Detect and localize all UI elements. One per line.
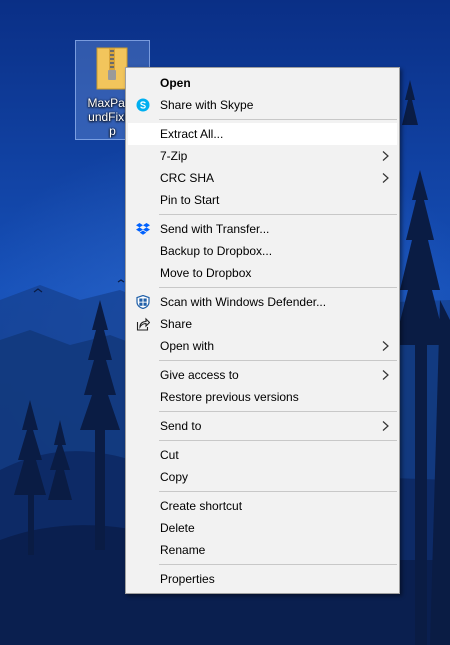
context-menu: Open Share with Skype Extract All... 7-Z… xyxy=(125,67,400,594)
menu-item-label: Send to xyxy=(160,419,202,433)
menu-item-extract-all[interactable]: Extract All... xyxy=(128,123,397,145)
menu-item-label: CRC SHA xyxy=(160,171,215,185)
menu-item-label: Give access to xyxy=(160,368,239,382)
menu-item-7-zip[interactable]: 7-Zip xyxy=(128,145,397,167)
zip-folder-icon xyxy=(96,47,128,90)
chevron-right-icon xyxy=(382,173,389,183)
menu-separator xyxy=(159,119,397,120)
menu-item-label: Restore previous versions xyxy=(160,390,299,404)
menu-separator xyxy=(159,287,397,288)
menu-item-label: Open xyxy=(160,76,191,90)
menu-item-properties[interactable]: Properties xyxy=(128,568,397,590)
menu-item-rename[interactable]: Rename xyxy=(128,539,397,561)
menu-item-send-with-transfer[interactable]: Send with Transfer... xyxy=(128,218,397,240)
menu-item-copy[interactable]: Copy xyxy=(128,466,397,488)
dropbox-icon xyxy=(136,223,150,235)
menu-item-open-with[interactable]: Open with xyxy=(128,335,397,357)
menu-separator xyxy=(159,360,397,361)
menu-item-send-to[interactable]: Send to xyxy=(128,415,397,437)
menu-item-label: Share with Skype xyxy=(160,98,254,112)
menu-separator xyxy=(159,440,397,441)
menu-separator xyxy=(159,564,397,565)
menu-item-label: Cut xyxy=(160,448,179,462)
menu-item-label: Pin to Start xyxy=(160,193,220,207)
menu-item-label: Move to Dropbox xyxy=(160,266,252,280)
menu-item-give-access-to[interactable]: Give access to xyxy=(128,364,397,386)
menu-item-share[interactable]: Share xyxy=(128,313,397,335)
menu-item-label: Open with xyxy=(160,339,215,353)
chevron-right-icon xyxy=(382,151,389,161)
menu-item-label: Rename xyxy=(160,543,206,557)
menu-item-label: Share xyxy=(160,317,193,331)
menu-item-pin-to-start[interactable]: Pin to Start xyxy=(128,189,397,211)
menu-item-move-to-dropbox[interactable]: Move to Dropbox xyxy=(128,262,397,284)
windows-defender-icon xyxy=(136,295,150,309)
menu-item-label: Extract All... xyxy=(160,127,224,141)
menu-item-label: Backup to Dropbox... xyxy=(160,244,273,258)
menu-item-label: Copy xyxy=(160,470,189,484)
menu-item-crc-sha[interactable]: CRC SHA xyxy=(128,167,397,189)
skype-icon xyxy=(136,98,150,112)
menu-separator xyxy=(159,214,397,215)
menu-item-scan-with-windows-defender[interactable]: Scan with Windows Defender... xyxy=(128,291,397,313)
menu-item-open[interactable]: Open xyxy=(128,72,397,94)
menu-item-cut[interactable]: Cut xyxy=(128,444,397,466)
menu-separator xyxy=(159,491,397,492)
menu-item-create-shortcut[interactable]: Create shortcut xyxy=(128,495,397,517)
menu-item-label: Delete xyxy=(160,521,195,535)
menu-separator xyxy=(159,411,397,412)
menu-item-share-with-skype[interactable]: Share with Skype xyxy=(128,94,397,116)
menu-item-label: 7-Zip xyxy=(160,149,188,163)
menu-item-label: Create shortcut xyxy=(160,499,243,513)
chevron-right-icon xyxy=(382,421,389,431)
menu-item-label: Scan with Windows Defender... xyxy=(160,295,327,309)
menu-item-label: Properties xyxy=(160,572,215,586)
chevron-right-icon xyxy=(382,370,389,380)
chevron-right-icon xyxy=(382,341,389,351)
share-icon xyxy=(136,317,150,331)
menu-item-label: Send with Transfer... xyxy=(160,222,270,236)
menu-item-restore-previous-versions[interactable]: Restore previous versions xyxy=(128,386,397,408)
menu-item-backup-to-dropbox[interactable]: Backup to Dropbox... xyxy=(128,240,397,262)
menu-item-delete[interactable]: Delete xyxy=(128,517,397,539)
